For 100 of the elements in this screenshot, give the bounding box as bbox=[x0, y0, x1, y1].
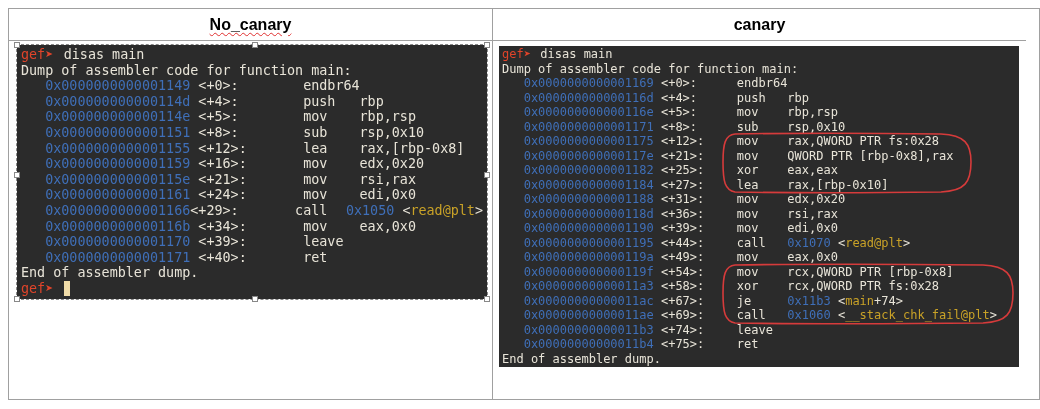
address: 0x0000000000001175 bbox=[523, 134, 655, 149]
mnemonic: sub bbox=[736, 119, 760, 134]
mnemonic: xor bbox=[736, 279, 760, 294]
operands: eax,0x0 bbox=[787, 250, 838, 265]
selection-handle[interactable] bbox=[14, 295, 20, 302]
operands: edx,0x20 bbox=[359, 156, 425, 172]
address: 0x0000000000001161 bbox=[45, 187, 192, 203]
offset: <+21>: bbox=[198, 171, 247, 187]
address: 0x000000000000118d bbox=[523, 206, 655, 221]
output-line: End of assembler dump. bbox=[502, 351, 661, 366]
offset: <+36>: bbox=[660, 206, 705, 221]
offset: <+31>: bbox=[660, 192, 705, 206]
address: 0x000000000000119f bbox=[523, 264, 655, 279]
address: 0x000000000000117e bbox=[523, 148, 655, 163]
offset: <+12>: bbox=[198, 140, 247, 156]
offset: <+40>: bbox=[198, 249, 247, 265]
offset: <+34>: bbox=[198, 218, 247, 234]
selection-handle[interactable] bbox=[252, 295, 258, 302]
column-heading: No_canary bbox=[209, 14, 292, 35]
prompt: gef➤ bbox=[502, 47, 531, 62]
mnemonic: mov bbox=[736, 148, 760, 163]
operands: rsp,0x10 bbox=[359, 124, 425, 141]
operands: rsi,rax bbox=[787, 206, 838, 221]
operands: rcx,QWORD PTR fs:0x28 bbox=[787, 279, 940, 294]
mnemonic: mov bbox=[303, 218, 329, 235]
selection-handle[interactable] bbox=[14, 171, 20, 178]
mnemonic: xor bbox=[736, 163, 760, 178]
address: 0x00000000000011a3 bbox=[523, 279, 655, 294]
mnemonic: mov bbox=[303, 109, 329, 125]
mnemonic: mov bbox=[736, 250, 760, 265]
address: 0x0000000000001182 bbox=[523, 163, 655, 178]
output-line: Dump of assembler code for function main: bbox=[21, 62, 352, 79]
offset: <+58>: bbox=[660, 279, 705, 293]
mnemonic: mov bbox=[303, 171, 329, 188]
mnemonic: leave bbox=[736, 322, 774, 337]
offset: <+4>: bbox=[198, 93, 239, 109]
address: 0x0000000000001195 bbox=[523, 235, 655, 250]
selection-handle[interactable] bbox=[484, 42, 490, 48]
operands: rax,[rbp-0x8] bbox=[359, 140, 465, 157]
address: 0x000000000000116e bbox=[523, 105, 655, 120]
mnemonic: mov bbox=[736, 206, 760, 221]
address: 0x0000000000001159 bbox=[45, 156, 192, 172]
address: 0x000000000000116d bbox=[523, 90, 655, 105]
mnemonic: mov bbox=[736, 264, 760, 279]
operands: rbp,rsp bbox=[359, 109, 416, 125]
operands: rbp,rsp bbox=[787, 105, 838, 120]
operands: rbp bbox=[359, 93, 384, 110]
address: 0x0000000000001188 bbox=[523, 192, 655, 207]
offset: <+75>: bbox=[660, 337, 705, 351]
offset: <+21>: bbox=[660, 148, 705, 163]
selection-handle[interactable] bbox=[14, 42, 20, 48]
mnemonic: mov bbox=[736, 192, 760, 207]
offset: <+44>: bbox=[660, 235, 705, 250]
mnemonic: je bbox=[736, 293, 753, 308]
offset: <+74>: bbox=[660, 322, 705, 337]
offset: <+25>: bbox=[660, 163, 705, 177]
operands: rsi,rax bbox=[359, 171, 416, 188]
address: 0x000000000000116b bbox=[45, 218, 192, 235]
offset: <+39>: bbox=[660, 221, 705, 235]
address: 0x00000000000011ac bbox=[523, 293, 655, 308]
offset: <+67>: bbox=[660, 293, 705, 308]
offset: <+5>: bbox=[660, 105, 698, 119]
mnemonic: call bbox=[736, 308, 767, 323]
mnemonic: mov bbox=[736, 221, 760, 236]
offset: <+0>: bbox=[660, 76, 698, 90]
offset: <+5>: bbox=[198, 109, 239, 125]
address: 0x0000000000001170 bbox=[45, 234, 192, 250]
offset: <+4>: bbox=[660, 90, 698, 105]
address: 0x000000000000114e bbox=[45, 109, 192, 125]
address: 0x00000000000011b3 bbox=[523, 322, 655, 337]
mnemonic: endbr64 bbox=[736, 76, 788, 91]
operands: edx,0x20 bbox=[787, 192, 846, 207]
selection-handle[interactable] bbox=[484, 171, 490, 178]
prompt: gef➤ bbox=[21, 280, 54, 297]
operands: rax,[rbp-0x10] bbox=[787, 177, 889, 192]
offset: <+39>: bbox=[198, 234, 247, 250]
address: 0x00000000000011b4 bbox=[523, 337, 655, 352]
address: 0x0000000000001190 bbox=[523, 221, 655, 236]
mnemonic: push bbox=[736, 90, 767, 105]
operands: eax,0x0 bbox=[359, 218, 416, 235]
address: 0x0000000000001149 bbox=[45, 78, 192, 94]
offset: <+27>: bbox=[660, 177, 705, 192]
address: 0x000000000000114d bbox=[45, 93, 192, 110]
command-text: disas main bbox=[63, 47, 145, 63]
operands: QWORD PTR [rbp-0x8],rax bbox=[787, 148, 954, 163]
mnemonic: leave bbox=[303, 234, 345, 250]
selection-handle[interactable] bbox=[484, 295, 490, 302]
call-target: 0x11b3 <main+74> bbox=[787, 293, 903, 308]
selection-handle[interactable] bbox=[252, 42, 258, 48]
operands: rbp bbox=[787, 90, 810, 105]
offset: <+0>: bbox=[198, 78, 239, 94]
operands: rsp,0x10 bbox=[787, 119, 846, 134]
address: 0x00000000000011ae bbox=[523, 308, 655, 323]
call-target: 0x1050 <read@plt> bbox=[345, 202, 483, 219]
mnemonic: endbr64 bbox=[303, 78, 360, 94]
address: 0x0000000000001171 bbox=[523, 119, 655, 134]
call-target: 0x1060 <__stack_chk_fail@plt> bbox=[787, 308, 997, 323]
operands: edi,0x0 bbox=[787, 221, 838, 236]
offset: <+8>: bbox=[660, 119, 698, 134]
offset: <+69>: bbox=[660, 308, 705, 322]
